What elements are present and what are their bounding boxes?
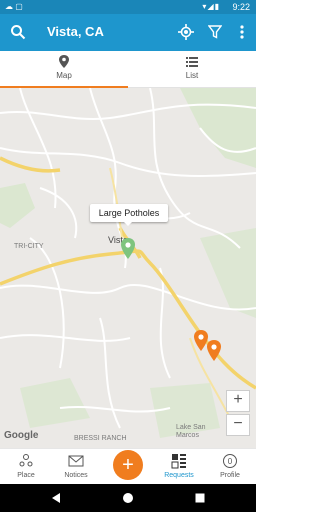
google-logo: Google — [4, 430, 39, 441]
filter-icon[interactable] — [205, 22, 225, 42]
zoom-in-button[interactable]: + — [226, 390, 250, 412]
requests-icon — [171, 454, 186, 469]
home-icon[interactable] — [122, 492, 134, 504]
nav-requests[interactable]: Requests — [155, 453, 203, 483]
view-tabs: Map List — [0, 51, 256, 88]
place-icon — [19, 454, 33, 467]
map-marker-orange[interactable] — [206, 340, 222, 362]
location-title: Vista, CA — [47, 24, 104, 39]
nav-profile-label: Profile — [220, 472, 240, 479]
tab-map-label: Map — [56, 71, 72, 80]
system-nav-bar — [0, 484, 256, 512]
list-icon — [186, 57, 198, 67]
nav-place[interactable]: Place — [2, 453, 50, 483]
svg-text:0: 0 — [228, 457, 233, 466]
locate-icon[interactable] — [176, 22, 196, 42]
app-bar: Vista, CA — [0, 14, 256, 51]
status-bar: ☁ ▢ ▾◢▮ 9:22 — [0, 0, 256, 14]
status-time: 9:22 — [232, 2, 250, 12]
map-label-tri-city: TRI-CITY — [14, 243, 44, 250]
map-label-lake-san-marcos: Lake San Marcos — [176, 424, 206, 439]
map-pin-icon — [59, 55, 69, 68]
nav-notices-label: Notices — [64, 472, 88, 479]
nav-requests-label: Requests — [164, 472, 194, 479]
nav-profile[interactable]: 0 Profile — [206, 453, 254, 483]
back-icon[interactable] — [50, 492, 62, 504]
map-view[interactable]: TRI-CITY Vista BRESSI RANCH Lake San Mar… — [0, 88, 256, 448]
more-vert-icon[interactable] — [232, 22, 252, 42]
map-canvas — [0, 88, 256, 448]
notification-icon: ☁ ▢ — [5, 2, 23, 11]
signal-icon: ▾◢▮ — [202, 2, 220, 11]
zoom-out-button[interactable]: − — [226, 414, 250, 436]
nav-notices[interactable]: Notices — [52, 453, 100, 483]
map-label-bressi-ranch: BRESSI RANCH — [74, 435, 127, 442]
add-request-button[interactable]: + — [113, 450, 143, 480]
tab-list-label: List — [185, 71, 199, 80]
mail-icon — [68, 455, 84, 467]
profile-icon: 0 — [223, 454, 237, 468]
nav-place-label: Place — [17, 472, 35, 479]
recents-icon[interactable] — [194, 492, 206, 504]
marker-callout[interactable]: Large Potholes — [90, 204, 168, 226]
tab-map[interactable]: Map — [0, 51, 128, 88]
search-icon[interactable] — [8, 22, 28, 42]
map-marker-green[interactable] — [120, 238, 136, 260]
tab-list[interactable]: List — [128, 51, 256, 87]
